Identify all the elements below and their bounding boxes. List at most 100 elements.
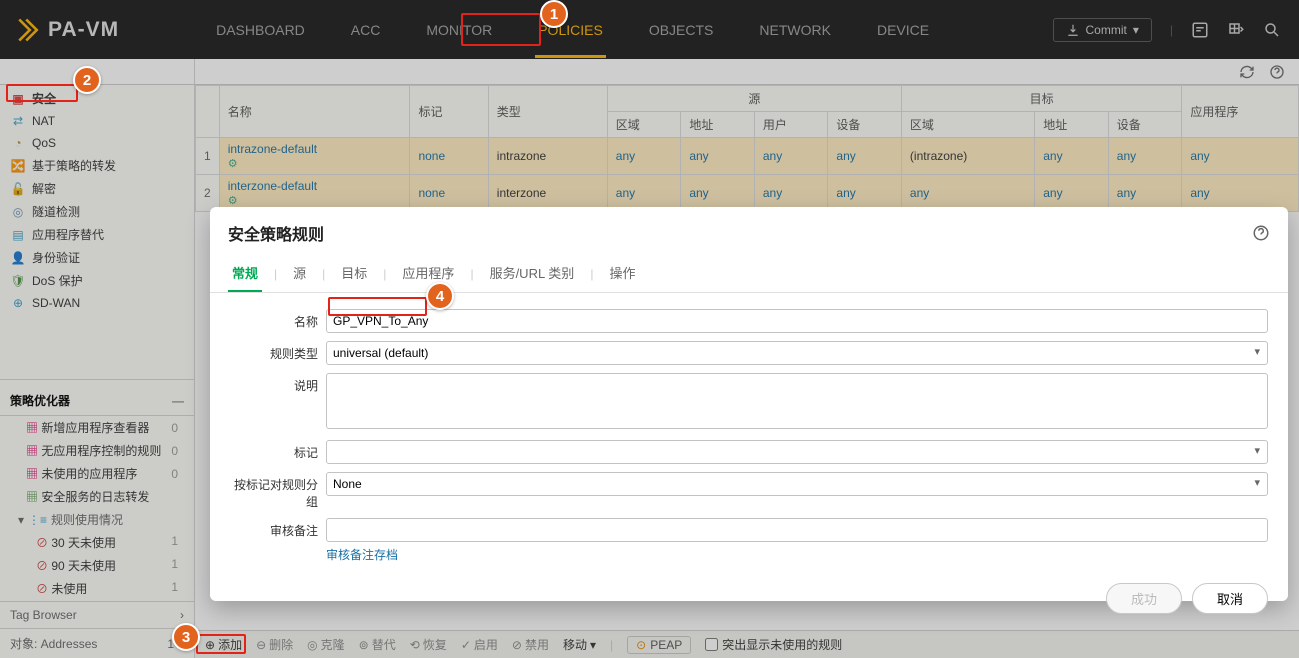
ruletype-label: 规则类型: [230, 341, 326, 362]
enable-button[interactable]: ✓ 启用: [461, 636, 498, 653]
commit-button[interactable]: Commit ▾: [1053, 18, 1152, 42]
sidebar-item-decrypt[interactable]: 🔓解密: [0, 177, 194, 200]
tab-monitor[interactable]: MONITOR: [423, 2, 495, 58]
delete-button[interactable]: ⊖ 删除: [256, 636, 293, 653]
tag-select[interactable]: [326, 440, 1268, 464]
table-row[interactable]: 2 interzone-default⚙ none interzone any …: [196, 175, 1299, 212]
audit-archive-link[interactable]: 审核备注存档: [326, 542, 398, 563]
tab-dashboard[interactable]: DASHBOARD: [213, 2, 308, 58]
highlight-unused-checkbox[interactable]: 突出显示未使用的规则: [705, 636, 842, 653]
col-s-addr[interactable]: 地址: [681, 112, 755, 138]
collapse-icon[interactable]: —: [172, 394, 184, 408]
search-icon[interactable]: [1263, 21, 1281, 39]
product-logo: PA-VM: [0, 16, 133, 44]
sidebar-item-pbf[interactable]: 🔀基于策略的转发: [0, 154, 194, 177]
disable-button[interactable]: ⊘ 禁用: [512, 636, 549, 653]
sidebar-item-qos[interactable]: ◔QoS: [0, 132, 194, 154]
tasks-icon[interactable]: [1191, 21, 1209, 39]
chevron-down-icon: ▾: [18, 513, 24, 527]
usage-90[interactable]: ⊘ 90 天未使用1: [0, 554, 194, 577]
col-type[interactable]: 类型: [488, 86, 607, 138]
dlg-tab-general[interactable]: 常规: [228, 255, 262, 292]
desc-textarea[interactable]: [326, 373, 1268, 429]
refresh-icon[interactable]: [1239, 64, 1255, 80]
sidebar-item-sdwan[interactable]: ⊕SD-WAN: [0, 292, 194, 314]
tab-device[interactable]: DEVICE: [874, 2, 932, 58]
gear-icon: ⚙: [228, 157, 238, 170]
col-s-user[interactable]: 用户: [754, 112, 828, 138]
policy-type-list: ▣安全 ⇄NAT ◔QoS 🔀基于策略的转发 🔓解密 ◎隧道检测 ▤应用程序替代…: [0, 85, 194, 314]
security-rule-dialog: 安全策略规则 常规| 源| 目标| 应用程序| 服务/URL 类别| 操作 名称…: [210, 207, 1288, 601]
audit-label: 审核备注: [230, 518, 326, 539]
commit-icon: [1066, 23, 1080, 37]
export-icon[interactable]: [1227, 21, 1245, 39]
dlg-tab-dest[interactable]: 目标: [337, 255, 371, 292]
tab-acc[interactable]: ACC: [348, 2, 384, 58]
col-name[interactable]: 名称: [219, 86, 410, 138]
col-s-dev[interactable]: 设备: [828, 112, 902, 138]
col-s-zone[interactable]: 区域: [607, 112, 681, 138]
cancel-button[interactable]: 取消: [1192, 583, 1268, 614]
chevron-right-icon: ›: [180, 608, 184, 622]
move-dropdown[interactable]: 移动 ▾: [563, 636, 596, 653]
lock-icon: 🔓: [10, 181, 26, 197]
product-name: PA-VM: [48, 18, 119, 42]
sidebar-item-nat[interactable]: ⇄NAT: [0, 110, 194, 132]
shield2-icon: 🛡: [10, 273, 26, 289]
help-icon[interactable]: [1269, 64, 1285, 80]
recover-button[interactable]: ⟲ 恢复: [410, 636, 447, 653]
ruletype-select[interactable]: universal (default): [326, 341, 1268, 365]
callout-2: 2: [73, 66, 101, 94]
policies-sidebar: ▣安全 ⇄NAT ◔QoS 🔀基于策略的转发 🔓解密 ◎隧道检测 ▤应用程序替代…: [0, 59, 195, 658]
usage-30[interactable]: ⊘ 30 天未使用1: [0, 531, 194, 554]
dlg-tab-action[interactable]: 操作: [605, 255, 639, 292]
bottom-action-bar: ⊕ 添加 ⊖ 删除 ◎ 克隆 ⊚ 替代 ⟲ 恢复 ✓ 启用 ⊘ 禁用 移动 ▾ …: [195, 630, 1299, 658]
audit-input[interactable]: [326, 518, 1268, 542]
rule-name-link[interactable]: intrazone-default: [228, 142, 317, 156]
col-d-zone[interactable]: 区域: [901, 112, 1034, 138]
help-icon[interactable]: [1252, 224, 1270, 242]
rule-name-link[interactable]: interzone-default: [228, 179, 317, 193]
tag-label: 标记: [230, 440, 326, 461]
rules-tbody: 1 intrazone-default⚙ none intrazone any …: [196, 138, 1299, 212]
tab-objects[interactable]: OBJECTS: [646, 2, 717, 58]
tag-browser-row[interactable]: Tag Browser›: [0, 601, 194, 628]
opt-log-forward[interactable]: ▦ 安全服务的日志转发: [0, 485, 194, 508]
dialog-title: 安全策略规则: [228, 221, 324, 245]
dlg-tab-source[interactable]: 源: [289, 255, 310, 292]
doc-icon: ▤: [10, 227, 26, 243]
opt-no-app-control[interactable]: ▦ 无应用程序控制的规则0: [0, 439, 194, 462]
tab-network[interactable]: NETWORK: [756, 2, 834, 58]
sidebar-item-appoverride[interactable]: ▤应用程序替代: [0, 223, 194, 246]
callout-1: 1: [540, 0, 568, 28]
col-group-dest: 目标: [901, 86, 1181, 112]
objects-row[interactable]: 对象: Addresses1›: [0, 628, 194, 658]
col-d-addr[interactable]: 地址: [1035, 112, 1109, 138]
tree-icon: 🔀: [10, 158, 26, 174]
usage-never[interactable]: ⊘ 未使用1: [0, 577, 194, 600]
col-app[interactable]: 应用程序: [1182, 86, 1299, 138]
ok-button[interactable]: 成功: [1106, 583, 1182, 614]
sub-toolbar: [195, 59, 1299, 85]
name-input[interactable]: [326, 309, 1268, 333]
group-select[interactable]: None: [326, 472, 1268, 496]
opt-unused-apps[interactable]: ▦ 未使用的应用程序0: [0, 462, 194, 485]
desc-label: 说明: [230, 373, 326, 394]
sidebar-item-dos[interactable]: 🛡DoS 保护: [0, 269, 194, 292]
rule-usage-toggle[interactable]: ▾ ⋮≡ 规则使用情况: [0, 508, 194, 531]
col-tag[interactable]: 标记: [410, 86, 488, 138]
dialog-footer: 成功 取消: [210, 571, 1288, 626]
sidebar-item-auth[interactable]: 👤身份验证: [0, 246, 194, 269]
add-button[interactable]: ⊕ 添加: [205, 636, 242, 653]
gear-icon: ⚙: [228, 194, 238, 207]
table-row[interactable]: 1 intrazone-default⚙ none intrazone any …: [196, 138, 1299, 175]
col-d-dev[interactable]: 设备: [1108, 112, 1182, 138]
clone-button[interactable]: ◎ 克隆: [307, 636, 345, 653]
opt-new-apps[interactable]: ▦ 新增应用程序查看器0: [0, 416, 194, 439]
policy-optimizer: 策略优化器 — ▦ 新增应用程序查看器0 ▦ 无应用程序控制的规则0 ▦ 未使用…: [0, 379, 194, 600]
peap-button[interactable]: ⊙PEAP: [627, 636, 691, 654]
sidebar-item-tunnel[interactable]: ◎隧道检测: [0, 200, 194, 223]
dlg-tab-service[interactable]: 服务/URL 类别: [486, 255, 579, 292]
replace-button[interactable]: ⊚ 替代: [359, 636, 396, 653]
sidebar-item-security[interactable]: ▣安全: [0, 87, 194, 110]
